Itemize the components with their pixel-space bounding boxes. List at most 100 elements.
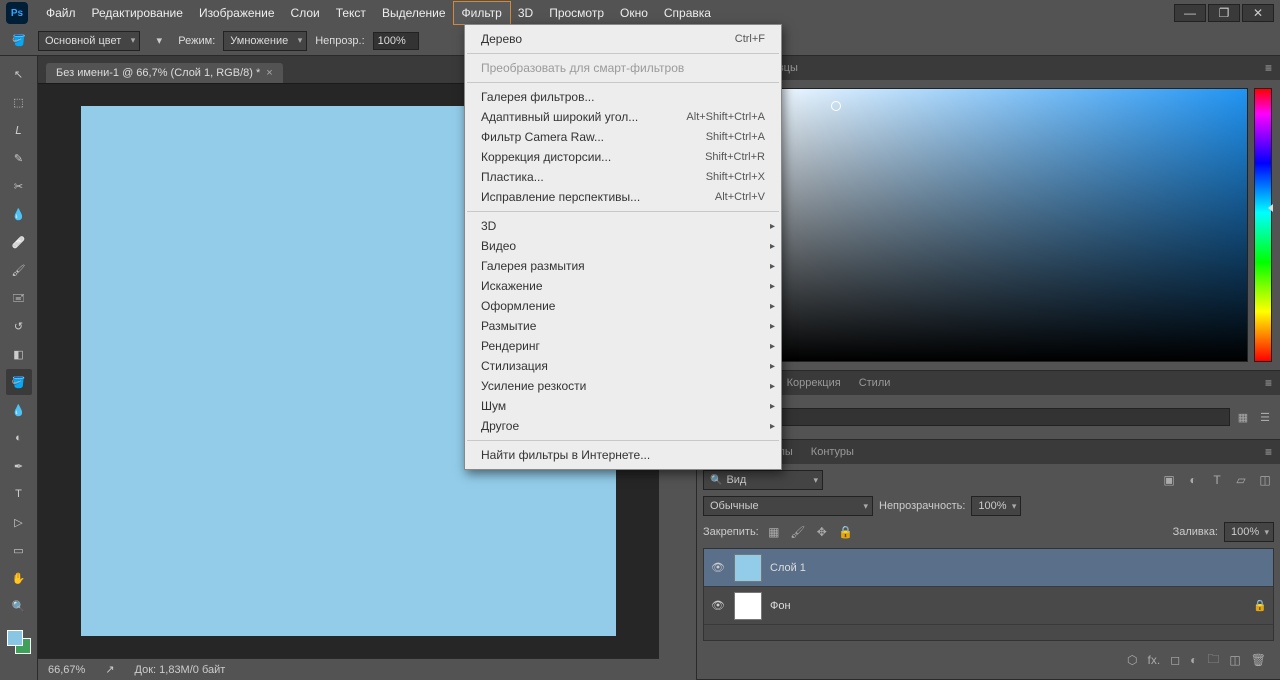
- menu-item-submenu[interactable]: 3D: [465, 216, 781, 236]
- rectangle-tool[interactable]: ▭: [6, 537, 32, 563]
- menu-item[interactable]: Галерея фильтров...: [465, 87, 781, 107]
- menu-layers[interactable]: Слои: [283, 2, 328, 24]
- maximize-button[interactable]: ❐: [1208, 4, 1240, 22]
- crop-tool[interactable]: ✂: [6, 173, 32, 199]
- pattern-picker-icon[interactable]: ▾: [148, 30, 170, 52]
- menu-item[interactable]: Пластика...Shift+Ctrl+X: [465, 167, 781, 187]
- menu-filter[interactable]: Фильтр: [454, 2, 510, 24]
- menu-file[interactable]: Файл: [38, 2, 84, 24]
- dodge-tool[interactable]: ◐: [6, 425, 32, 451]
- eyedropper-tool[interactable]: 💧: [6, 201, 32, 227]
- layer-item[interactable]: 👁 Слой 1: [704, 549, 1273, 587]
- menu-item-submenu[interactable]: Другое: [465, 416, 781, 436]
- menu-item-submenu[interactable]: Усиление резкости: [465, 376, 781, 396]
- filter-type-icon[interactable]: T: [1208, 471, 1226, 489]
- tab-paths[interactable]: Контуры: [803, 443, 862, 461]
- hand-tool[interactable]: ✋: [6, 565, 32, 591]
- menu-help[interactable]: Справка: [656, 2, 719, 24]
- panel-menu-icon[interactable]: ≡: [1261, 445, 1276, 459]
- grid-view-icon[interactable]: ▦: [1234, 408, 1252, 426]
- filter-image-icon[interactable]: ▣: [1160, 471, 1178, 489]
- lasso-tool[interactable]: 𝘓: [6, 117, 32, 143]
- foreground-dropdown[interactable]: Основной цвет: [38, 31, 140, 51]
- brush-tool[interactable]: 🖌: [6, 257, 32, 283]
- layer-filter-dropdown[interactable]: Вид: [703, 470, 823, 490]
- layer-name[interactable]: Фон: [770, 600, 791, 612]
- menu-item-last-filter[interactable]: Дерево Ctrl+F: [465, 29, 781, 49]
- stamp-tool[interactable]: 🖃: [6, 285, 32, 311]
- healing-tool[interactable]: 🩹: [6, 229, 32, 255]
- layer-item[interactable]: 👁 Фон 🔒: [704, 587, 1273, 625]
- adjustment-icon[interactable]: ◐: [1190, 653, 1197, 667]
- menu-item[interactable]: Исправление перспективы...Alt+Ctrl+V: [465, 187, 781, 207]
- library-dropdown[interactable]: [703, 408, 1230, 426]
- pen-tool[interactable]: ✒: [6, 453, 32, 479]
- bucket-tool[interactable]: 🪣: [6, 369, 32, 395]
- menu-item[interactable]: Фильтр Camera Raw...Shift+Ctrl+A: [465, 127, 781, 147]
- zoom-tool[interactable]: 🔍: [6, 593, 32, 619]
- link-layers-icon[interactable]: ⬡: [1127, 653, 1137, 667]
- menu-item-browse-filters[interactable]: Найти фильтры в Интернете...: [465, 445, 781, 465]
- type-tool[interactable]: T: [6, 481, 32, 507]
- mask-icon[interactable]: ◻: [1170, 653, 1180, 667]
- group-icon[interactable]: 🗀: [1207, 650, 1219, 671]
- export-icon[interactable]: ↗: [105, 663, 114, 676]
- tab-adjustments[interactable]: Коррекция: [779, 374, 849, 392]
- filter-shape-icon[interactable]: ▱: [1232, 471, 1250, 489]
- blend-mode-dropdown[interactable]: Умножение: [223, 31, 307, 51]
- color-swatch[interactable]: [7, 630, 31, 654]
- lock-brush-icon[interactable]: 🖌: [789, 523, 807, 541]
- menu-edit[interactable]: Редактирование: [84, 2, 191, 24]
- visibility-icon[interactable]: 👁: [710, 599, 726, 612]
- minimize-button[interactable]: —: [1174, 4, 1206, 22]
- marquee-tool[interactable]: ⬚: [6, 89, 32, 115]
- path-select-tool[interactable]: ▷: [6, 509, 32, 535]
- panel-menu-icon[interactable]: ≡: [1261, 61, 1276, 75]
- lock-position-icon[interactable]: ✥: [813, 523, 831, 541]
- close-tab-icon[interactable]: ×: [266, 67, 272, 79]
- document-tab[interactable]: Без имени-1 @ 66,7% (Слой 1, RGB/8) * ×: [46, 63, 283, 83]
- hue-slider[interactable]: [1254, 88, 1272, 362]
- menu-item-convert-smart[interactable]: Преобразовать для смарт-фильтров: [465, 58, 781, 78]
- color-field[interactable]: [735, 88, 1248, 362]
- list-view-icon[interactable]: ☰: [1256, 408, 1274, 426]
- close-button[interactable]: ✕: [1242, 4, 1274, 22]
- layer-opacity-input[interactable]: 100%: [971, 496, 1021, 516]
- menu-item-submenu[interactable]: Видео: [465, 236, 781, 256]
- menu-item[interactable]: Коррекция дисторсии...Shift+Ctrl+R: [465, 147, 781, 167]
- lock-all-icon[interactable]: 🔒: [837, 523, 855, 541]
- layer-thumbnail[interactable]: [734, 592, 762, 620]
- menu-view[interactable]: Просмотр: [541, 2, 612, 24]
- visibility-icon[interactable]: 👁: [710, 561, 726, 574]
- menu-image[interactable]: Изображение: [191, 2, 283, 24]
- menu-item-submenu[interactable]: Шум: [465, 396, 781, 416]
- menu-item-submenu[interactable]: Размытие: [465, 316, 781, 336]
- layer-thumbnail[interactable]: [734, 554, 762, 582]
- menu-window[interactable]: Окно: [612, 2, 656, 24]
- lock-pixels-icon[interactable]: ▦: [765, 523, 783, 541]
- tab-styles[interactable]: Стили: [851, 374, 899, 392]
- delete-layer-icon[interactable]: 🗑: [1251, 653, 1266, 667]
- history-brush-tool[interactable]: ↺: [6, 313, 32, 339]
- menu-item-submenu[interactable]: Галерея размытия: [465, 256, 781, 276]
- menu-item-submenu[interactable]: Стилизация: [465, 356, 781, 376]
- menu-3d[interactable]: 3D: [510, 2, 541, 24]
- filter-adjust-icon[interactable]: ◐: [1184, 471, 1202, 489]
- menu-item-submenu[interactable]: Рендеринг: [465, 336, 781, 356]
- eraser-tool[interactable]: ◧: [6, 341, 32, 367]
- menu-item[interactable]: Адаптивный широкий угол...Alt+Shift+Ctrl…: [465, 107, 781, 127]
- blur-tool[interactable]: 💧: [6, 397, 32, 423]
- new-layer-icon[interactable]: ◫: [1229, 653, 1240, 667]
- filter-smart-icon[interactable]: ◫: [1256, 471, 1274, 489]
- blend-mode-dropdown[interactable]: Обычные: [703, 496, 873, 516]
- fx-icon[interactable]: fx.: [1148, 653, 1161, 667]
- panel-menu-icon[interactable]: ≡: [1261, 376, 1276, 390]
- layer-name[interactable]: Слой 1: [770, 562, 806, 574]
- fill-input[interactable]: 100%: [1224, 522, 1274, 542]
- quick-select-tool[interactable]: ✎: [6, 145, 32, 171]
- opacity-input[interactable]: [373, 32, 419, 50]
- move-tool[interactable]: ↖: [6, 61, 32, 87]
- menu-item-submenu[interactable]: Искажение: [465, 276, 781, 296]
- menu-item-submenu[interactable]: Оформление: [465, 296, 781, 316]
- menu-select[interactable]: Выделение: [374, 2, 454, 24]
